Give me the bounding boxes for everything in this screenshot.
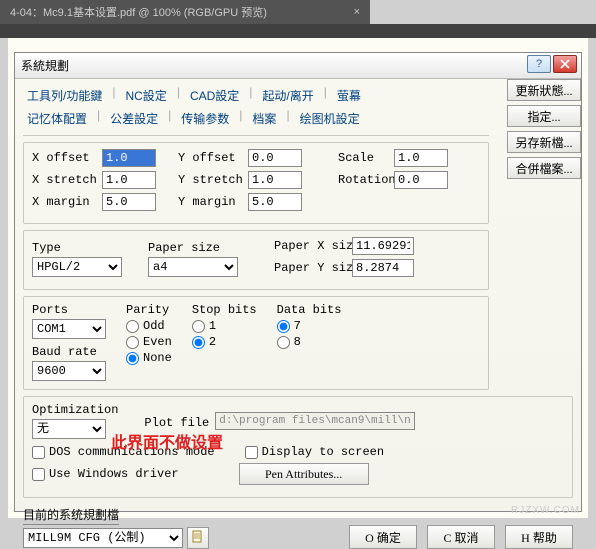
merge-file-button[interactable]: 合併檔案... xyxy=(507,157,581,179)
x-margin-label: X margin xyxy=(32,195,96,209)
tab-file[interactable]: 档案 xyxy=(248,108,280,129)
help-button-bottom[interactable]: H 帮助 xyxy=(505,525,573,549)
tab-tolerance[interactable]: 公差設定 xyxy=(106,108,162,129)
ok-button[interactable]: O 确定 xyxy=(349,525,417,549)
x-stretch-input[interactable] xyxy=(102,171,156,189)
cancel-button[interactable]: C 取消 xyxy=(427,525,495,549)
baud-select[interactable]: 9600 xyxy=(32,361,106,381)
dialog-window: 系統規劃 ? 更新狀態... 指定... 另存新檔... 合併檔案... 工具列… xyxy=(14,52,582,512)
type-label: Type xyxy=(32,241,122,255)
y-stretch-label: Y stretch xyxy=(178,173,242,187)
file-icon xyxy=(191,530,205,547)
y-offset-label: Y offset xyxy=(178,151,242,165)
parity-label: Parity xyxy=(126,303,172,317)
paper-x-label: Paper X size xyxy=(274,239,346,253)
assign-button[interactable]: 指定... xyxy=(507,105,581,127)
x-margin-input[interactable] xyxy=(102,193,156,211)
paper-y-input[interactable] xyxy=(352,259,414,277)
tab-memory[interactable]: 记忆体配置 xyxy=(23,108,91,129)
plot-file-label: Plot file xyxy=(144,416,209,430)
tab-screen[interactable]: 萤幕 xyxy=(333,85,365,106)
x-offset-label: X offset xyxy=(32,151,96,165)
current-config-label: 目前的系统規劃檔 xyxy=(23,506,119,525)
dialog-titlebar: 系統規劃 ? xyxy=(15,53,581,79)
dialog-title: 系統規劃 xyxy=(21,57,69,74)
close-button[interactable] xyxy=(553,55,577,73)
paper-size-label: Paper size xyxy=(148,241,238,255)
x-offset-input[interactable] xyxy=(102,149,156,167)
paper-section: Type HPGL/2 Paper size a4 Paper X size P… xyxy=(23,230,489,290)
data-8-radio[interactable]: 8 xyxy=(277,335,342,349)
tab-title: 4-04：Mc9.1基本设置.pdf @ 100% (RGB/GPU 预览) xyxy=(10,4,267,20)
parity-none-radio[interactable]: None xyxy=(126,351,172,365)
config-select[interactable]: MILL9M CFG (公制) xyxy=(23,528,183,548)
help-button[interactable]: ? xyxy=(527,55,551,73)
scale-label: Scale xyxy=(338,151,388,165)
tab-transfer[interactable]: 传输参数 xyxy=(177,108,233,129)
parity-odd-radio[interactable]: Odd xyxy=(126,319,172,333)
red-note: 此界面不做设置 xyxy=(111,429,223,453)
tab-toolbar[interactable]: 工具列/功能鍵 xyxy=(23,85,106,106)
update-status-button[interactable]: 更新狀態... xyxy=(507,79,581,101)
tab-cad[interactable]: CAD設定 xyxy=(186,85,243,106)
bottom-area: 目前的系统規劃檔 MILL9M CFG (公制) O 确定 C 取消 H 帮助 xyxy=(23,506,573,549)
paper-y-label: Paper Y size xyxy=(274,261,346,275)
y-stretch-input[interactable] xyxy=(248,171,302,189)
scale-input[interactable] xyxy=(394,149,448,167)
stop-bits-label: Stop bits xyxy=(192,303,257,317)
close-icon[interactable]: × xyxy=(354,6,360,18)
photoshop-tab: 4-04：Mc9.1基本设置.pdf @ 100% (RGB/GPU 预览) × xyxy=(0,0,370,24)
type-select[interactable]: HPGL/2 xyxy=(32,257,122,277)
watermark: RJZXW.COM xyxy=(511,505,580,516)
tab-plotter[interactable]: 绘图机設定 xyxy=(296,108,364,129)
data-7-radio[interactable]: 7 xyxy=(277,319,342,333)
data-bits-label: Data bits xyxy=(277,303,342,317)
baud-label: Baud rate xyxy=(32,345,106,359)
tab-startstop[interactable]: 起动/离开 xyxy=(258,85,317,106)
stop-2-radio[interactable]: 2 xyxy=(192,335,257,349)
paper-x-input[interactable] xyxy=(352,237,414,255)
offsets-section: X offset Y offset Scale X stretch Y stre… xyxy=(23,142,489,224)
port-select[interactable]: COM1 xyxy=(32,319,106,339)
pen-attributes-button[interactable]: Pen Attributes... xyxy=(239,463,369,485)
comm-section: Ports COM1 Baud rate 9600 Parity Odd Eve… xyxy=(23,296,489,390)
optimization-section: Optimization 无 Plot file DOS communicati… xyxy=(23,396,573,498)
tab-nc[interactable]: NC設定 xyxy=(121,85,170,106)
config-browse-button[interactable] xyxy=(187,527,209,549)
windows-driver-checkbox[interactable]: Use Windows driver xyxy=(32,467,179,481)
display-screen-checkbox[interactable]: Display to screen xyxy=(245,445,384,459)
stop-1-radio[interactable]: 1 xyxy=(192,319,257,333)
ports-label: Ports xyxy=(32,303,106,317)
y-margin-label: Y margin xyxy=(178,195,242,209)
y-margin-input[interactable] xyxy=(248,193,302,211)
y-offset-input[interactable] xyxy=(248,149,302,167)
plot-file-input[interactable] xyxy=(215,412,415,430)
parity-even-radio[interactable]: Even xyxy=(126,335,172,349)
optimization-label: Optimization xyxy=(32,403,118,417)
rotation-label: Rotation xyxy=(338,173,388,187)
save-as-button[interactable]: 另存新檔... xyxy=(507,131,581,153)
paper-size-select[interactable]: a4 xyxy=(148,257,238,277)
page-background: 系統規劃 ? 更新狀態... 指定... 另存新檔... 合併檔案... 工具列… xyxy=(8,38,588,518)
x-stretch-label: X stretch xyxy=(32,173,96,187)
optimization-select[interactable]: 无 xyxy=(32,419,106,439)
tabs-area: 工具列/功能鍵| NC設定| CAD設定| 起动/离开| 萤幕 记忆体配置| 公… xyxy=(23,85,489,136)
rotation-input[interactable] xyxy=(394,171,448,189)
